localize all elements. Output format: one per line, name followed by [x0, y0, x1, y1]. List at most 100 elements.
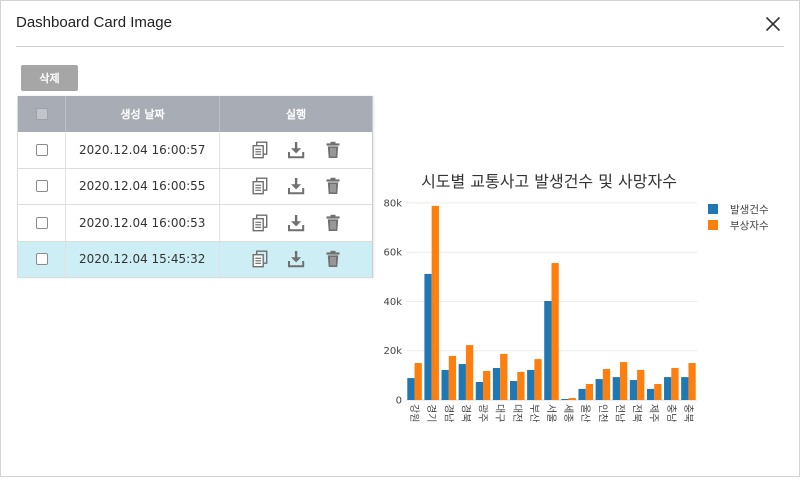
legend-item-series-2[interactable]: 부상자수 [708, 220, 769, 232]
x-tick-label: 경기 [425, 404, 438, 422]
chart-bar-series-1 [527, 369, 535, 400]
x-tick-label: 전남 [613, 404, 625, 422]
delete-row-button[interactable] [324, 141, 342, 159]
row-select-cell [18, 168, 66, 204]
copy-button[interactable] [251, 141, 269, 159]
row-checkbox[interactable] [35, 253, 48, 266]
download-button[interactable] [287, 141, 305, 159]
row-actions [220, 242, 372, 278]
copy-button[interactable] [251, 177, 269, 195]
download-icon [288, 178, 305, 195]
chart-bar-series-1 [578, 388, 586, 400]
chart-bar-series-2 [585, 383, 594, 400]
copy-icon [252, 250, 267, 268]
delete-row-button[interactable] [324, 177, 342, 195]
y-tick-label: 0 [396, 396, 402, 407]
chart-bar-series-1 [458, 364, 466, 400]
column-header-actions: 실행 [285, 108, 307, 121]
legend-swatch-series-2 [708, 220, 718, 230]
chart-bar-series-1 [561, 399, 569, 400]
table-row[interactable]: 2020.12.04 16:00:57 [18, 132, 372, 169]
download-icon [288, 251, 305, 268]
dashboard-card-image-dialog: Dashboard Card Image 삭제 생성 날짜 실행 2020.12… [0, 0, 800, 477]
row-date: 2020.12.04 16:00:57 [66, 132, 220, 168]
close-button[interactable] [764, 15, 782, 33]
chart-bars [407, 205, 696, 400]
row-checkbox[interactable] [35, 180, 48, 193]
chart-bar-series-1 [424, 273, 432, 400]
row-checkbox[interactable] [35, 143, 48, 156]
copy-button[interactable] [251, 250, 269, 268]
download-button[interactable] [287, 250, 305, 268]
chart-bar-series-2 [637, 369, 645, 400]
trash-icon [326, 251, 339, 268]
chart-bar-series-2 [517, 371, 525, 400]
x-tick-label: 서울 [545, 404, 557, 422]
y-tick-label: 20k [383, 346, 402, 357]
chart-bar-series-2 [654, 383, 662, 400]
chart-bar-series-2 [568, 398, 576, 400]
traffic-accident-bar-chart: 시도별 교통사고 발생건수 및 사망자수 020k40k60k80k 강원 경기 경… [383, 172, 769, 422]
x-tick-label: 울산 [579, 404, 591, 422]
card-image-table: 생성 날짜 실행 2020.12.04 16:00:57 2020.12.04 … [17, 96, 373, 278]
row-select-cell [18, 205, 66, 241]
delete-row-button[interactable] [324, 250, 342, 268]
table-row[interactable]: 2020.12.04 16:00:53 [18, 205, 372, 242]
trash-icon [326, 141, 339, 158]
chart-bar-series-1 [407, 378, 415, 400]
chart-bar-series-2 [431, 205, 439, 400]
select-all-checkbox[interactable] [35, 108, 48, 120]
legend-label-series-2: 부상자수 [730, 220, 769, 232]
chart-legend: 발생건수 부상자수 [708, 204, 769, 232]
column-header-date: 생성 날짜 [66, 96, 220, 132]
chart-bar-series-2 [500, 353, 508, 400]
chart-bar-series-1 [681, 377, 689, 400]
y-tick-label: 60k [383, 248, 402, 259]
chart-bar-series-1 [646, 388, 655, 400]
chart-bar-series-2 [483, 370, 491, 400]
delete-button[interactable]: 삭제 [21, 65, 78, 91]
copy-icon [252, 214, 267, 232]
chart-bar-series-2 [414, 363, 422, 400]
row-date: 2020.12.04 16:00:53 [66, 205, 220, 241]
chart-bar-series-1 [441, 369, 449, 400]
x-tick-label: 제주 [648, 404, 660, 422]
row-actions [220, 205, 372, 241]
chart-bar-series-1 [629, 380, 638, 400]
download-button[interactable] [287, 214, 305, 232]
x-tick-label: 강원 [408, 404, 420, 422]
chart-bar-series-1 [664, 377, 672, 400]
row-select-cell [18, 241, 66, 277]
download-button[interactable] [287, 177, 305, 195]
table-row[interactable]: 2020.12.04 16:00:55 [18, 168, 372, 205]
x-tick-label: 대구 [494, 404, 506, 422]
copy-button[interactable] [251, 214, 269, 232]
legend-item-series-1[interactable]: 발생건수 [708, 204, 769, 216]
x-tick-label: 인천 [596, 404, 608, 422]
y-axis-tick-labels: 0 20k 40k 60k 80k [383, 198, 402, 406]
delete-row-button[interactable] [324, 214, 342, 232]
x-tick-label: 전북 [631, 404, 643, 422]
header-divider [16, 46, 784, 47]
table-row[interactable]: 2020.12.04 15:45:32 [18, 241, 372, 278]
x-tick-label: 부산 [528, 404, 540, 422]
row-select-cell [18, 132, 66, 168]
download-icon [288, 141, 305, 159]
chart-bar-series-2 [602, 368, 611, 400]
header-select-cell [18, 96, 66, 132]
dialog-title: Dashboard Card Image [16, 14, 172, 31]
copy-icon [252, 141, 267, 159]
x-tick-label: 경남 [442, 404, 455, 422]
download-icon [288, 214, 305, 232]
close-icon [765, 16, 781, 32]
x-tick-label: 세종 [562, 404, 574, 422]
chart-bar-series-2 [551, 263, 559, 400]
x-tick-label: 충남 [665, 404, 677, 422]
chart-bar-series-2 [448, 355, 457, 400]
trash-icon [326, 214, 339, 231]
chart-bar-series-1 [544, 300, 552, 400]
chart-bar-series-2 [465, 345, 474, 400]
legend-label-series-1: 발생건수 [730, 204, 769, 216]
x-tick-label: 광주 [477, 404, 489, 422]
row-checkbox[interactable] [35, 216, 48, 229]
